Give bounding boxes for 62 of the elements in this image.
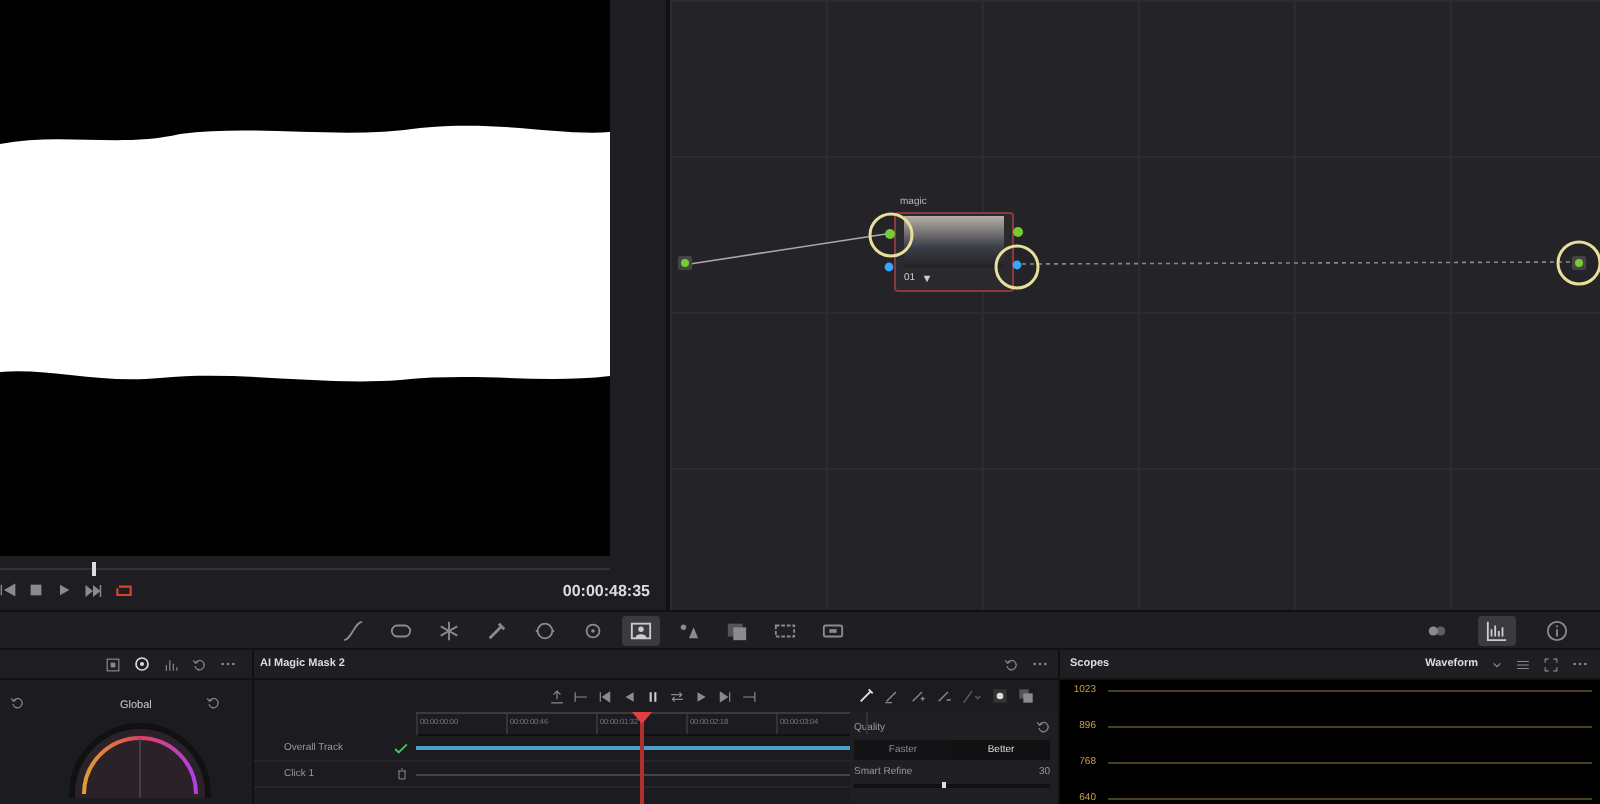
input-port-icon[interactable] [678,256,692,270]
frame-icon[interactable] [106,657,120,671]
slider-thumb[interactable] [942,782,947,788]
person-mask-icon [630,619,652,641]
chevron-down-icon[interactable] [1492,659,1502,669]
palette-tab[interactable] [622,615,660,645]
jump-end-icon[interactable] [718,689,732,703]
step-back-icon[interactable] [622,689,636,703]
target-icon [582,619,604,641]
pause-icon[interactable] [646,689,660,703]
reset-icon[interactable] [206,696,220,710]
wheel-mode-icon[interactable] [134,656,150,672]
stereo-icon [822,619,844,641]
scope-graph-icon [1486,619,1508,641]
bidirectional-icon[interactable] [670,689,684,703]
bars-icon[interactable] [164,657,178,671]
play-icon[interactable] [56,582,72,598]
circle-icon [534,619,556,641]
node-key-port-icon[interactable] [884,262,894,272]
transform-icon [774,619,796,641]
playhead-marker[interactable] [91,562,96,576]
mask-view-icon[interactable] [992,688,1008,704]
node-output-port-icon[interactable] [1012,226,1024,238]
jump-start-icon[interactable] [598,689,612,703]
info-icon [1546,619,1568,641]
track-end-icon[interactable] [742,689,756,703]
node-input-port-icon[interactable] [884,228,896,240]
color-wheel[interactable] [68,718,212,798]
thumbnail-placeholder [904,216,1004,268]
timecode: 00:00:48:35 [562,581,650,599]
play-icon[interactable] [694,689,708,703]
pen-plus-icon[interactable] [910,688,926,704]
sliders-icon[interactable] [1516,657,1530,671]
skip-forward-icon[interactable] [84,581,102,599]
reset-icon[interactable] [1004,657,1018,671]
palette-tab[interactable] [1478,615,1516,645]
curve-icon [342,619,364,641]
toggle-icon [390,619,412,641]
pen-remove-icon[interactable] [884,688,900,704]
reset-icon[interactable] [1036,720,1050,734]
shapes-icon [678,619,700,641]
effect-icon [921,273,932,283]
snowflake-icon [438,619,460,641]
track-range-icon[interactable] [574,689,588,703]
reset-icon[interactable] [192,657,206,671]
expand-icon[interactable] [1544,657,1558,671]
pen-add-icon[interactable] [858,688,874,704]
trash-icon[interactable] [395,768,407,780]
stop-icon[interactable] [28,582,44,598]
reset-icon[interactable] [10,696,24,710]
overlay-icon[interactable] [1018,688,1034,704]
highlight-circle [868,212,914,258]
track-up-icon[interactable] [550,689,564,703]
node-mask-port-icon[interactable] [1012,260,1022,270]
highlight-circle [994,244,1040,290]
pen-minus-icon[interactable] [936,688,952,704]
eyedropper-icon [486,619,508,641]
check-icon [394,741,408,755]
skip-back-icon[interactable] [0,582,16,598]
loop-icon[interactable] [114,580,134,600]
output-port-icon[interactable] [1572,256,1586,270]
layers-icon [726,619,748,641]
